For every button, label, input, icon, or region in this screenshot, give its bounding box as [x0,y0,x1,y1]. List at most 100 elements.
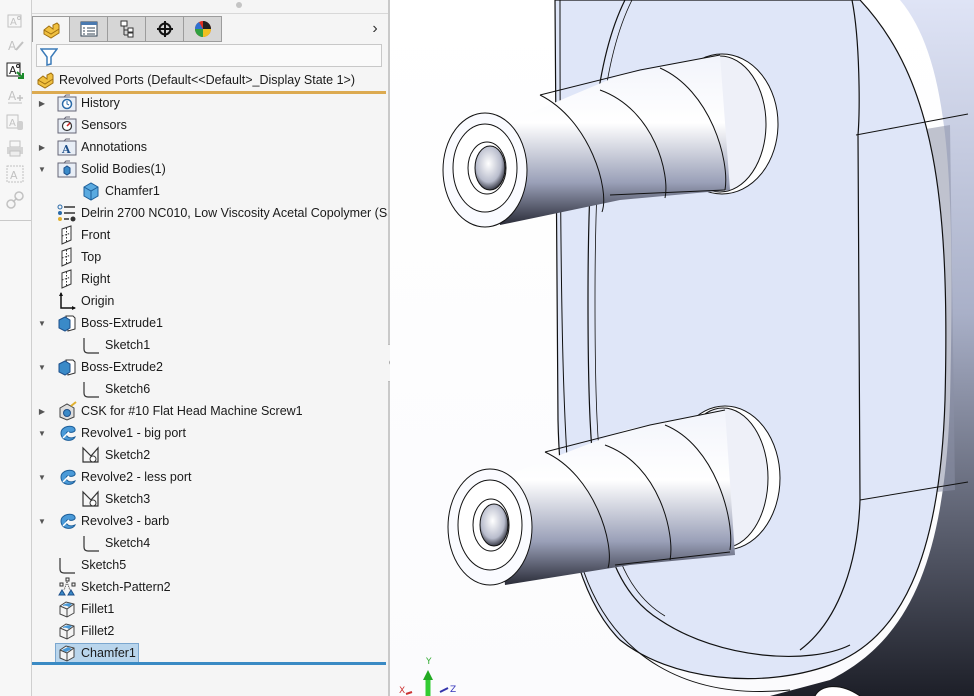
tree-item-top[interactable]: Top [32,246,388,268]
tree-item-csk-for-10-flat-head-machine-screw1[interactable]: ▶ CSK for #10 Flat Head Machine Screw1 [32,400,388,422]
svg-text:A: A [9,64,17,77]
collapse-arrow-icon[interactable]: ▼ [37,164,47,174]
revolve-icon [57,423,77,443]
tree-item-label: Sketch5 [81,558,127,572]
tree-item-chamfer1[interactable]: Chamfer1 [32,642,388,664]
tree-item-boss-extrude2[interactable]: ▼ Boss-Extrude2 [32,356,388,378]
tree-item-sketch5[interactable]: Sketch5 [32,554,388,576]
annotations-folder-icon: A [57,137,77,157]
tree-item-label: Sketch4 [105,536,151,550]
tree-item-sketch1[interactable]: Sketch1 [32,334,388,356]
print-annotation-icon[interactable] [5,138,25,158]
tree-item-annotations[interactable]: ▶ A Annotations [32,136,388,158]
dimxpertmanager-tab[interactable] [146,16,184,42]
tree-item-sketch3[interactable]: Sketch3 [32,488,388,510]
svg-text:A: A [10,17,17,28]
sketch-icon [81,379,101,399]
tree-item-revolve3-barb[interactable]: ▼ Revolve3 - barb [32,510,388,532]
filter-icon[interactable] [40,48,58,66]
tree-item-label: Revolve1 - big port [81,426,186,440]
revolve-sketch-icon [81,445,101,465]
expand-arrow-icon[interactable]: ▶ [37,98,47,108]
sketch-icon [81,533,101,553]
link-icon[interactable] [5,190,25,210]
note-edit-icon[interactable]: A [5,35,25,55]
graphics-viewport[interactable]: Y Z X [390,0,974,696]
tree-item-delrin-2700-nc010-low-viscosity-acetal-copolymer-ss[interactable]: Delrin 2700 NC010, Low Viscosity Acetal … [32,202,400,224]
tree-item-chamfer1[interactable]: Chamfer1 [32,180,388,202]
propertymanager-tab[interactable] [70,16,108,42]
tree-item-label: CSK for #10 Flat Head Machine Screw1 [81,404,303,418]
tree-item-label: Boss-Extrude1 [81,316,163,330]
displaymanager-tab[interactable] [184,16,222,42]
annotation-view-icon[interactable]: A [5,112,25,132]
hole-wizard-icon [57,401,77,421]
collapse-arrow-icon[interactable]: ▼ [37,362,47,372]
solid-bodies-folder-icon [57,159,77,179]
plane-icon [57,247,77,267]
add-annotation-icon[interactable]: A [5,86,25,106]
part-root-node[interactable]: Revolved Ports (Default<<Default>_Displa… [32,70,388,90]
configurationmanager-tab[interactable] [108,16,146,42]
tree-filter[interactable] [36,44,382,67]
rollback-bar[interactable] [32,662,386,665]
tree-item-fillet2[interactable]: Fillet2 [32,620,388,642]
collapse-arrow-icon[interactable]: ▼ [37,516,47,526]
tree-item-label: Chamfer1 [105,184,160,198]
tree-item-label: Front [81,228,111,242]
datum-target-icon[interactable]: A [5,164,25,184]
manager-tabs [32,16,222,42]
sketch-icon [57,555,77,575]
plane-icon [57,225,77,245]
expand-arrow-icon[interactable]: ▶ [37,406,47,416]
part-root-label: Revolved Ports (Default<<Default>_Displa… [59,73,355,87]
toolbar-divider [0,220,31,221]
tree-item-label: Sensors [81,118,127,132]
view-triad[interactable] [405,670,449,696]
tree-item-sensors[interactable]: Sensors [32,114,388,136]
tree-item-label: Solid Bodies(1) [81,162,166,176]
collapse-arrow-icon[interactable]: ▼ [37,318,47,328]
auto-dimension-icon[interactable]: A [5,60,25,80]
collapse-arrow-icon[interactable]: ▼ [37,472,47,482]
filter-input[interactable] [59,47,381,66]
tree-item-sketch6[interactable]: Sketch6 [32,378,388,400]
tree-item-label: Sketch6 [105,382,151,396]
featuremanager-tab[interactable] [32,16,70,42]
boss-extrude-icon [57,313,77,333]
tree-item-label: Annotations [81,140,148,154]
tree-item-revolve2-less-port[interactable]: ▼ Revolve2 - less port [32,466,388,488]
tree-item-history[interactable]: ▶ History [32,92,388,114]
tree-item-label: Fillet2 [81,624,115,638]
tree-item-label: History [81,96,120,110]
tree-item-label: Sketch-Pattern2 [81,580,171,594]
revolve-icon [57,467,77,487]
tree-item-label: Revolve3 - barb [81,514,170,528]
tree-item-label: Sketch2 [105,448,151,462]
fillet-icon [57,599,77,619]
tree-item-label: Chamfer1 [81,646,136,660]
svg-text:A: A [10,169,18,182]
tree-item-solid-bodies-1[interactable]: ▼ Solid Bodies(1) [32,158,388,180]
panel-grip-handle[interactable] [236,2,242,8]
tree-item-fillet1[interactable]: Fillet1 [32,598,388,620]
tree-item-right[interactable]: Right [32,268,388,290]
tree-item-sketch-pattern2[interactable]: Sketch-Pattern2 [32,576,388,598]
panel-top-divider [32,13,388,14]
smart-dimension-icon[interactable]: A [5,10,25,30]
tree-item-origin[interactable]: Origin [32,290,388,312]
tree-item-label: Sketch3 [105,492,151,506]
origin-icon [57,291,77,311]
expand-panel-arrow[interactable]: › [368,18,382,40]
tree-item-front[interactable]: Front [32,224,388,246]
tree-item-sketch2[interactable]: Sketch2 [32,444,388,466]
tree-item-label: Right [81,272,111,286]
tree-item-sketch4[interactable]: Sketch4 [32,532,388,554]
expand-arrow-icon[interactable]: ▶ [37,142,47,152]
collapse-arrow-icon[interactable]: ▼ [37,428,47,438]
tree-item-revolve1-big-port[interactable]: ▼ Revolve1 - big port [32,422,388,444]
tree-item-label: Origin [81,294,115,308]
tree-item-label: Sketch1 [105,338,151,352]
tree-item-boss-extrude1[interactable]: ▼ Boss-Extrude1 [32,312,388,334]
triad-z-label: Z [450,685,457,695]
